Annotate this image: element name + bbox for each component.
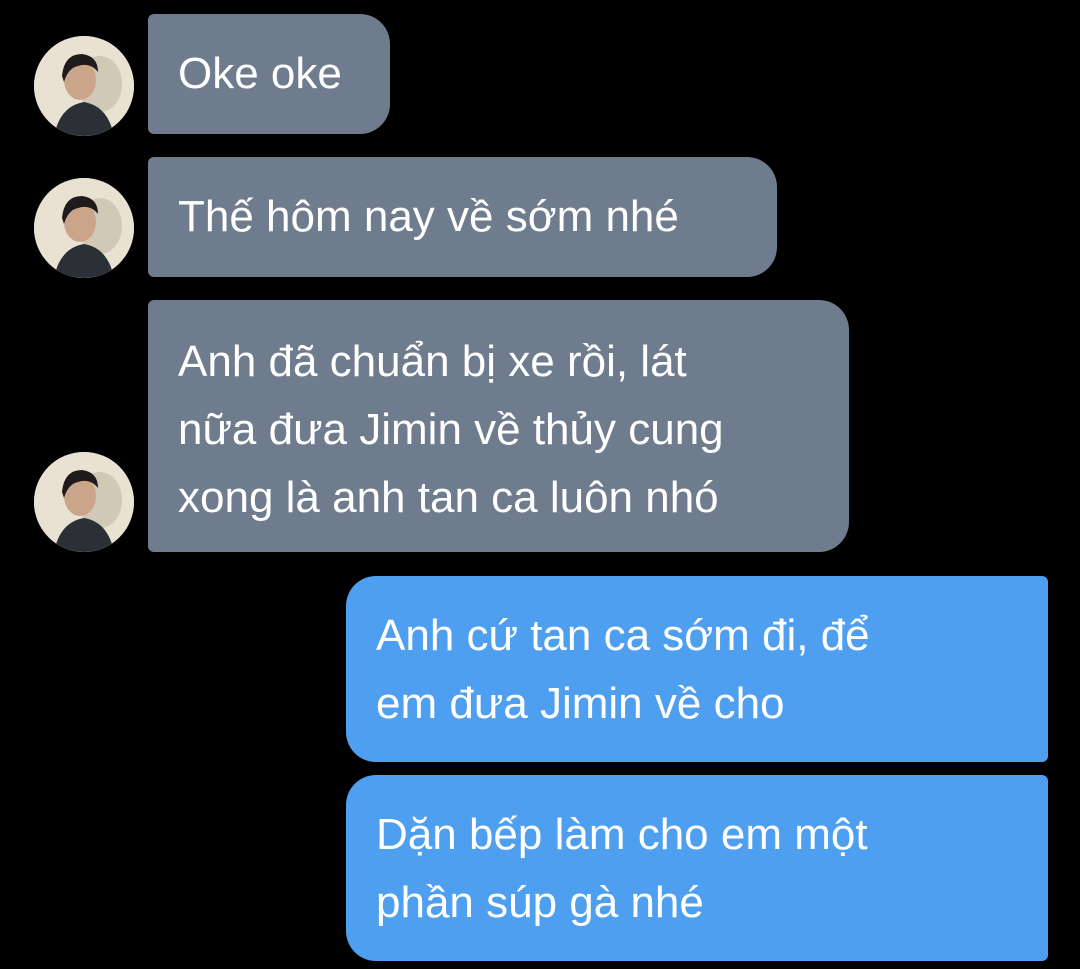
contact-avatar[interactable] xyxy=(34,36,134,136)
avatar-portrait-icon xyxy=(34,452,134,552)
message-bubble-outgoing[interactable]: Anh cứ tan ca sớm đi, để em đưa Jimin về… xyxy=(346,576,1048,762)
message-bubble-incoming[interactable]: Oke oke xyxy=(148,14,390,134)
contact-avatar[interactable] xyxy=(34,452,134,552)
avatar-portrait-icon xyxy=(34,178,134,278)
message-bubble-outgoing[interactable]: Dặn bếp làm cho em một phần súp gà nhé xyxy=(346,775,1048,961)
message-bubble-incoming[interactable]: Thế hôm nay về sớm nhé xyxy=(148,157,777,277)
avatar-portrait-icon xyxy=(34,36,134,136)
chat-thread: Oke oke Thế hôm nay về sớm nhé Anh đã ch… xyxy=(0,0,1080,969)
message-bubble-incoming[interactable]: Anh đã chuẩn bị xe rồi, lát nữa đưa Jimi… xyxy=(148,300,849,552)
contact-avatar[interactable] xyxy=(34,178,134,278)
